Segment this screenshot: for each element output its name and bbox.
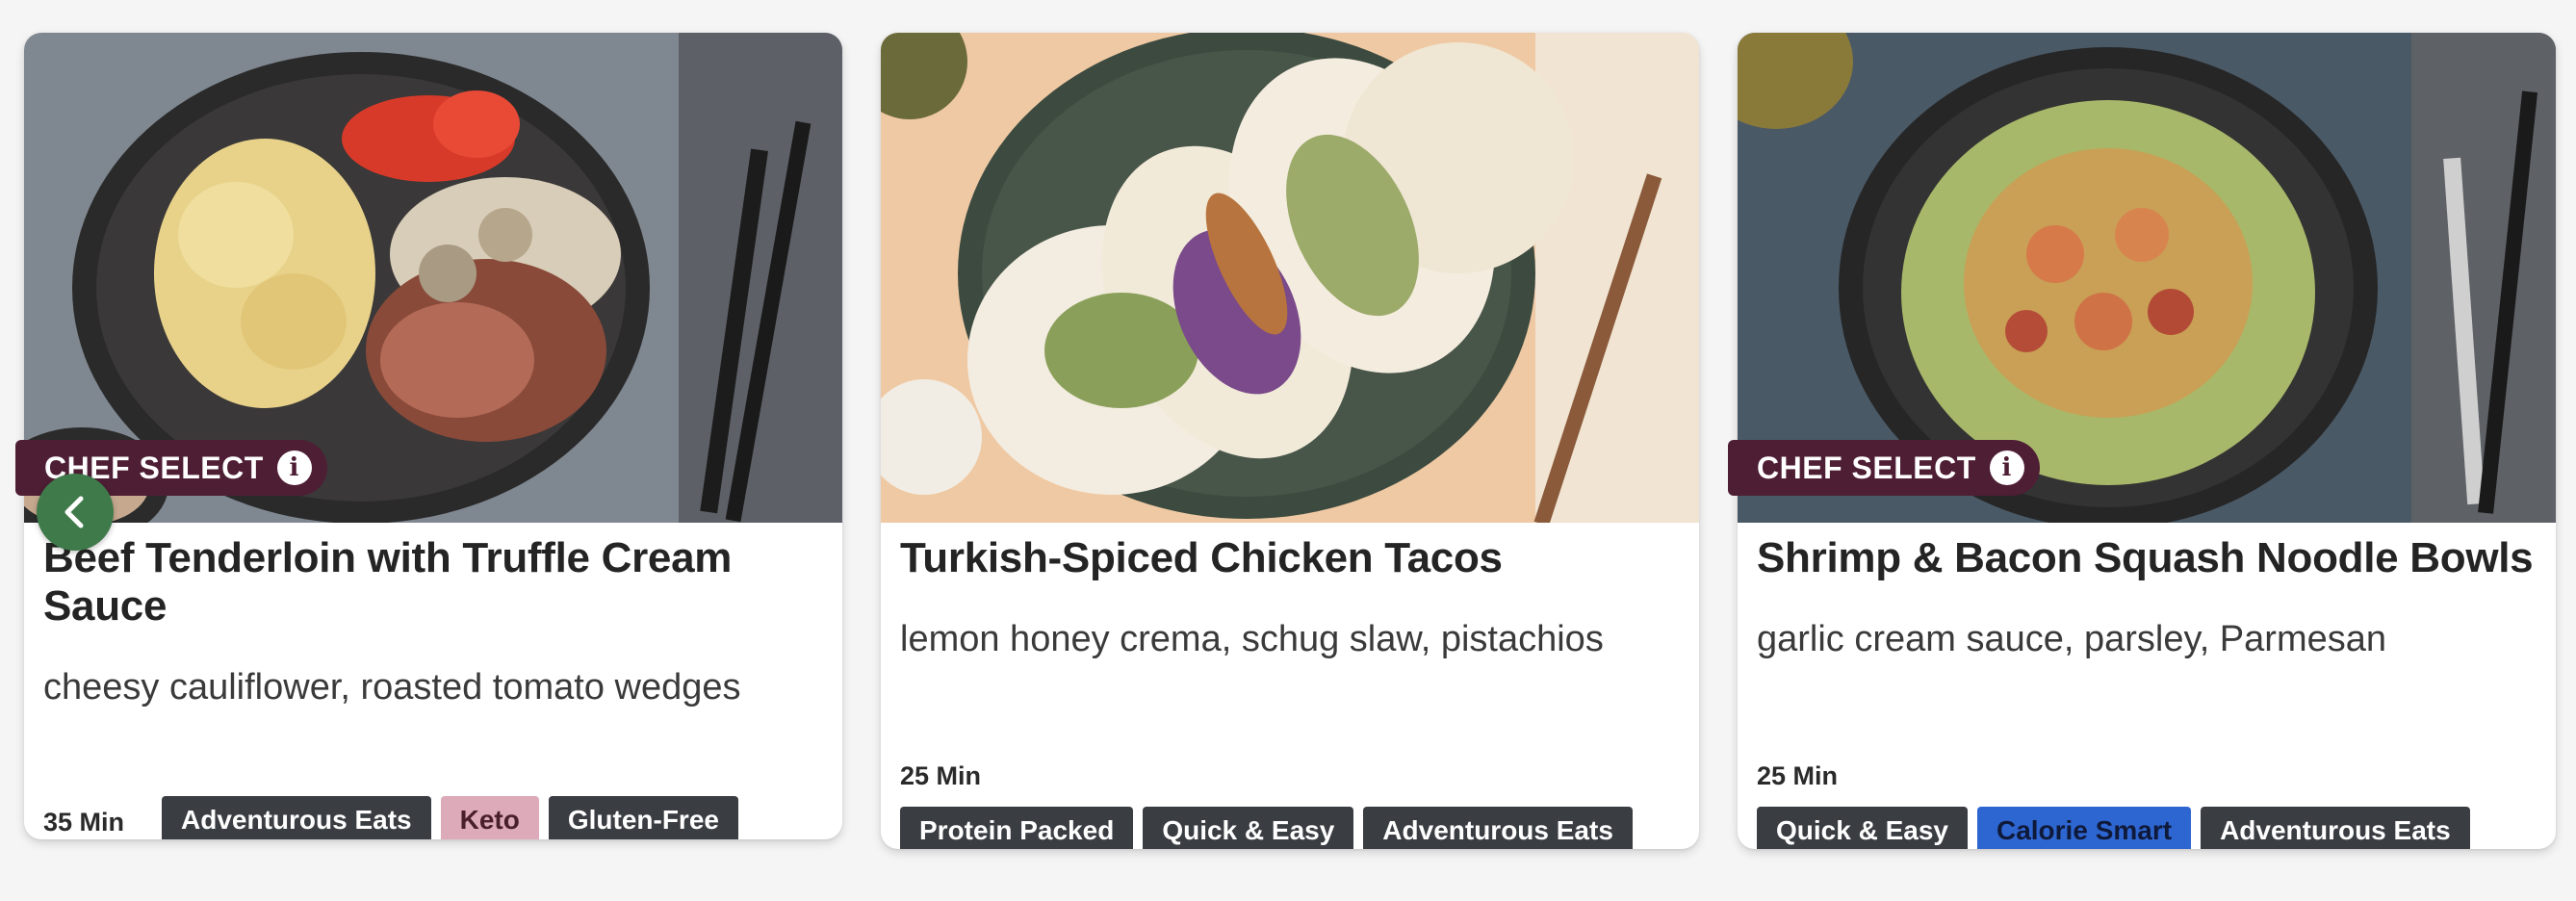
meal-photo[interactable] <box>881 33 1699 523</box>
cook-time: 25 Min <box>1757 761 1839 790</box>
chef-select-badge[interactable]: CHEF SELECT i <box>1728 440 2040 496</box>
chevron-left-icon <box>64 496 84 528</box>
tag-keto: Keto <box>440 796 539 839</box>
meal-tags: Adventurous Eats Keto Gluten-Free <box>162 796 738 839</box>
tag-adventurous-eats: Adventurous Eats <box>162 796 431 839</box>
info-icon[interactable]: i <box>1989 450 2024 485</box>
meal-tags: Quick & Easy Calorie Smart Adventurous E… <box>1757 807 2470 849</box>
meal-subtitle: garlic cream sauce, parsley, Parmesan <box>1757 619 2386 659</box>
cook-time: 25 Min <box>900 761 982 790</box>
meal-card-beef-tenderloin[interactable]: Beef Tenderloin with Truffle Cream Sauce… <box>24 33 842 839</box>
tag-adventurous-eats: Adventurous Eats <box>2201 807 2470 849</box>
cook-time: 35 Min <box>43 808 125 837</box>
meal-title[interactable]: Shrimp & Bacon Squash Noodle Bowls <box>1757 534 2537 582</box>
tag-gluten-free: Gluten-Free <box>548 796 738 839</box>
meal-subtitle: cheesy cauliflower, roasted tomato wedge… <box>43 667 741 708</box>
tag-calorie-smart: Calorie Smart <box>1976 807 2192 849</box>
meal-tags: Protein Packed Quick & Easy Adventurous … <box>900 807 1633 849</box>
meal-subtitle: lemon honey crema, schug slaw, pistachio… <box>900 619 1604 659</box>
tag-quick-easy: Quick & Easy <box>1143 807 1354 849</box>
tag-protein-packed: Protein Packed <box>900 807 1134 849</box>
chef-select-label: CHEF SELECT <box>1757 450 1976 485</box>
info-icon[interactable]: i <box>276 450 312 485</box>
tag-adventurous-eats: Adventurous Eats <box>1363 807 1633 849</box>
tag-quick-easy: Quick & Easy <box>1757 807 1968 849</box>
carousel-prev-button[interactable] <box>37 474 114 551</box>
meal-title[interactable]: Beef Tenderloin with Truffle Cream Sauce <box>43 534 823 631</box>
meal-card-chicken-tacos[interactable]: Turkish-Spiced Chicken Tacos lemon honey… <box>881 33 1699 849</box>
meal-title[interactable]: Turkish-Spiced Chicken Tacos <box>900 534 1680 582</box>
